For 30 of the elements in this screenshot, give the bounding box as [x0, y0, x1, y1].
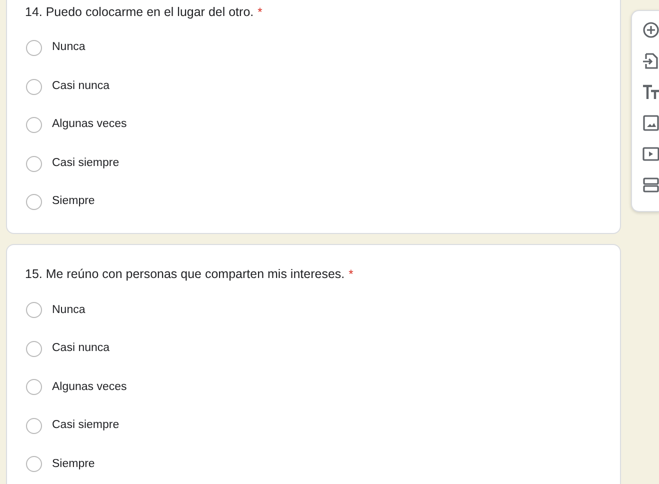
question-title: 15. Me reúno con personas que comparten mis intereses. — [25, 267, 345, 282]
radio-button[interactable] — [26, 194, 42, 210]
option-label[interactable]: Nunca — [52, 302, 86, 319]
option-label[interactable]: Casi nunca — [52, 78, 110, 96]
radio-button[interactable] — [26, 418, 42, 434]
required-mark: * — [258, 5, 262, 19]
option-label[interactable]: Casi nunca — [52, 340, 110, 358]
radio-button[interactable] — [26, 302, 42, 318]
radio-button[interactable] — [26, 78, 42, 94]
image-icon[interactable] — [642, 114, 659, 132]
radio-button[interactable] — [26, 456, 42, 472]
required-mark: * — [348, 267, 354, 282]
option-label[interactable]: Casi siempre — [52, 417, 120, 434]
question-title: 14. Puedo colocarme en el lugar del otro. — [25, 5, 254, 19]
option-label[interactable]: Siempre — [52, 193, 95, 211]
radio-button[interactable] — [26, 340, 42, 357]
radio-button[interactable] — [26, 40, 42, 56]
option-label[interactable]: Algunas veces — [52, 378, 127, 396]
option-label[interactable]: Algunas veces — [52, 116, 127, 134]
add-icon[interactable] — [642, 21, 659, 39]
import-icon[interactable] — [642, 52, 659, 70]
radio-button[interactable] — [26, 156, 42, 172]
option-label[interactable]: Siempre — [52, 456, 95, 473]
video-icon[interactable] — [642, 145, 659, 163]
radio-button[interactable] — [26, 117, 42, 133]
option-label[interactable]: Nunca — [52, 39, 86, 57]
radio-button[interactable] — [26, 379, 42, 396]
text-icon[interactable] — [642, 83, 659, 101]
section-icon[interactable] — [642, 176, 659, 194]
option-label[interactable]: Casi siempre — [52, 154, 120, 172]
